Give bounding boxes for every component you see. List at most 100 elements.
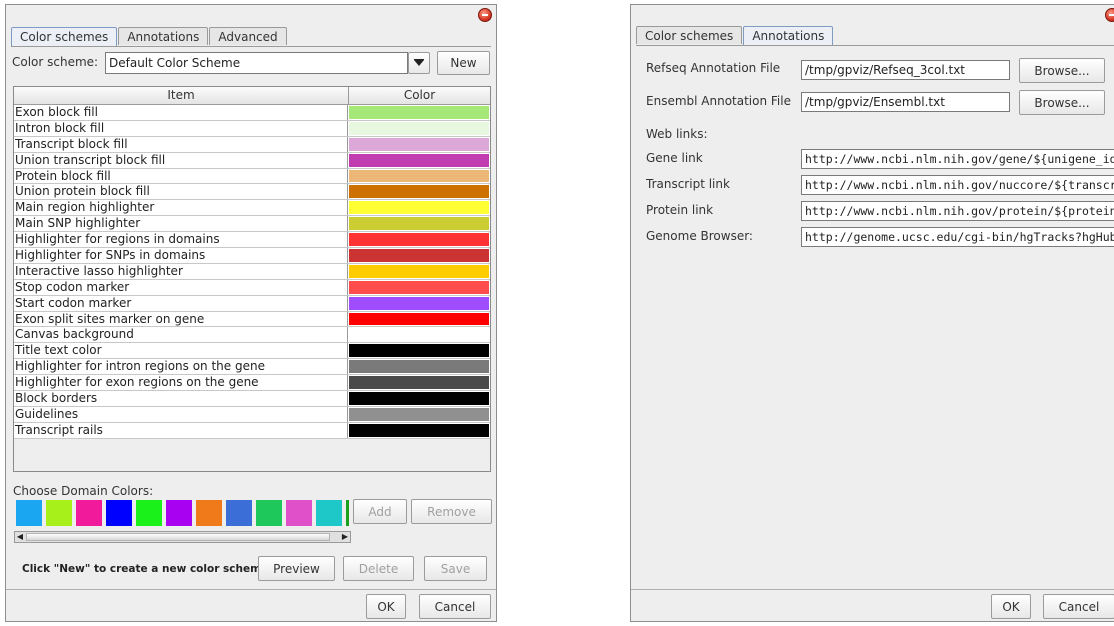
ok-button[interactable]: OK <box>366 594 406 619</box>
table-row[interactable]: Highlighter for SNPs in domains <box>14 248 490 264</box>
scroll-left-icon[interactable]: ◀ <box>15 532 25 542</box>
table-row[interactable]: Block borders <box>14 391 490 407</box>
domain-color-swatch[interactable] <box>256 500 282 526</box>
color-cell[interactable] <box>349 233 489 247</box>
ok-button[interactable]: OK <box>991 594 1031 619</box>
color-cell[interactable] <box>349 280 489 294</box>
color-cell[interactable] <box>349 201 489 215</box>
domain-color-swatch[interactable] <box>196 500 222 526</box>
domain-color-swatch[interactable] <box>76 500 102 526</box>
color-cell[interactable] <box>349 360 489 374</box>
new-scheme-button[interactable]: New <box>437 51 490 75</box>
close-icon[interactable] <box>478 8 492 22</box>
preview-button[interactable]: Preview <box>258 556 335 581</box>
color-column-header[interactable]: Color <box>349 87 490 104</box>
table-row[interactable]: Transcript block fill <box>14 136 490 153</box>
scrollbar-thumb[interactable] <box>26 533 330 541</box>
item-cell: Exon split sites marker on gene <box>14 311 348 327</box>
item-cell: Protein block fill <box>14 168 348 184</box>
new-scheme-hint: Click "New" to create a new color scheme <box>22 563 269 575</box>
color-cell[interactable] <box>349 121 489 135</box>
table-row[interactable]: Interactive lasso highlighter <box>14 263 490 280</box>
table-row[interactable]: Canvas background <box>14 327 490 344</box>
color-cell[interactable] <box>349 169 489 183</box>
transcript-link-field[interactable]: http://www.ncbi.nlm.nih.gov/nuccore/${tr… <box>801 175 1114 195</box>
table-row[interactable]: Union transcript block fill <box>14 152 490 169</box>
item-cell: Start codon marker <box>14 295 348 311</box>
table-row[interactable]: Highlighter for exon regions on the gene <box>14 375 490 392</box>
close-icon[interactable] <box>1105 8 1114 22</box>
table-row[interactable]: Highlighter for intron regions on the ge… <box>14 359 490 376</box>
color-cell[interactable] <box>349 217 489 231</box>
domain-color-swatch[interactable] <box>16 500 42 526</box>
table-row[interactable]: Exon split sites marker on gene <box>14 311 490 328</box>
table-row[interactable]: Exon block fill <box>14 105 490 121</box>
tab-color-schemes[interactable]: Color schemes <box>11 27 118 46</box>
tab-color-schemes[interactable]: Color schemes <box>636 26 743 44</box>
item-cell: Guidelines <box>14 406 348 422</box>
ensembl-file-field[interactable]: /tmp/gpviz/Ensembl.txt <box>801 92 1010 112</box>
color-cell[interactable] <box>349 137 489 151</box>
refseq-label: Refseq Annotation File <box>646 61 781 75</box>
tab-annotations[interactable]: Annotations <box>118 27 209 45</box>
color-cell[interactable] <box>349 185 489 199</box>
table-row[interactable]: Highlighter for regions in domains <box>14 232 490 249</box>
color-table: Item Color Exon block fill Intron block f… <box>13 86 491 472</box>
table-row[interactable]: Guidelines <box>14 406 490 423</box>
horizontal-scrollbar[interactable]: ◀ ▶ <box>14 531 351 543</box>
cancel-button[interactable]: Cancel <box>1043 594 1114 619</box>
table-row[interactable]: Title text color <box>14 343 490 360</box>
domain-color-swatch[interactable] <box>346 500 349 526</box>
domain-color-swatch[interactable] <box>226 500 252 526</box>
color-cell[interactable] <box>349 392 489 405</box>
cancel-button[interactable]: Cancel <box>419 594 491 619</box>
table-row[interactable]: Protein block fill <box>14 168 490 185</box>
protein-link-field[interactable]: http://www.ncbi.nlm.nih.gov/protein/${pr… <box>801 201 1114 221</box>
item-cell: Transcript rails <box>14 422 348 438</box>
color-cell[interactable] <box>349 423 489 437</box>
remove-color-button[interactable]: Remove <box>411 499 492 524</box>
color-cell[interactable] <box>349 106 489 119</box>
triangle-down-icon[interactable] <box>408 52 430 74</box>
item-cell: Highlighter for SNPs in domains <box>14 248 348 263</box>
tab-advanced[interactable]: Advanced <box>209 27 287 45</box>
color-cell[interactable] <box>349 376 489 390</box>
table-row[interactable]: Stop codon marker <box>14 279 490 296</box>
add-color-button[interactable]: Add <box>353 499 407 524</box>
table-row[interactable]: Main SNP highlighter <box>14 216 490 233</box>
item-cell: Highlighter for exon regions on the gene <box>14 375 348 391</box>
table-row[interactable]: Main region highlighter <box>14 200 490 217</box>
domain-color-swatch[interactable] <box>286 500 312 526</box>
domain-color-swatch[interactable] <box>136 500 162 526</box>
domain-color-swatch[interactable] <box>166 500 192 526</box>
color-cell[interactable] <box>349 328 489 342</box>
scroll-right-icon[interactable]: ▶ <box>340 532 350 542</box>
table-row[interactable]: Union protein block fill <box>14 184 490 201</box>
delete-button[interactable]: Delete <box>343 556 414 581</box>
genome-browser-field[interactable]: http://genome.ucsc.edu/cgi-bin/hgTracks?… <box>801 227 1114 247</box>
color-cell[interactable] <box>349 407 489 421</box>
refseq-file-field[interactable]: /tmp/gpviz/Refseq_3col.txt <box>801 60 1010 80</box>
table-row[interactable]: Start codon marker <box>14 295 490 312</box>
domain-color-swatch[interactable] <box>46 500 72 526</box>
item-cell: Transcript block fill <box>14 136 348 152</box>
color-cell[interactable] <box>349 264 489 278</box>
color-cell[interactable] <box>349 344 489 358</box>
item-column-header[interactable]: Item <box>14 87 349 104</box>
tab-annotations[interactable]: Annotations <box>743 26 834 45</box>
color-scheme-select[interactable]: Default Color Scheme <box>105 52 408 74</box>
table-row[interactable]: Intron block fill <box>14 120 490 137</box>
item-cell: Union protein block fill <box>14 184 348 200</box>
domain-color-swatch[interactable] <box>316 500 342 526</box>
transcript-link-label: Transcript link <box>646 177 730 191</box>
save-button[interactable]: Save <box>424 556 487 581</box>
table-row[interactable]: Transcript rails <box>14 422 490 439</box>
color-cell[interactable] <box>349 249 489 262</box>
gene-link-field[interactable]: http://www.ncbi.nlm.nih.gov/gene/${unige… <box>801 149 1114 169</box>
color-cell[interactable] <box>349 153 489 167</box>
color-cell[interactable] <box>349 296 489 310</box>
ensembl-browse-button[interactable]: Browse... <box>1019 90 1105 115</box>
color-cell[interactable] <box>349 312 489 326</box>
refseq-browse-button[interactable]: Browse... <box>1019 58 1105 83</box>
domain-color-swatch[interactable] <box>106 500 132 526</box>
